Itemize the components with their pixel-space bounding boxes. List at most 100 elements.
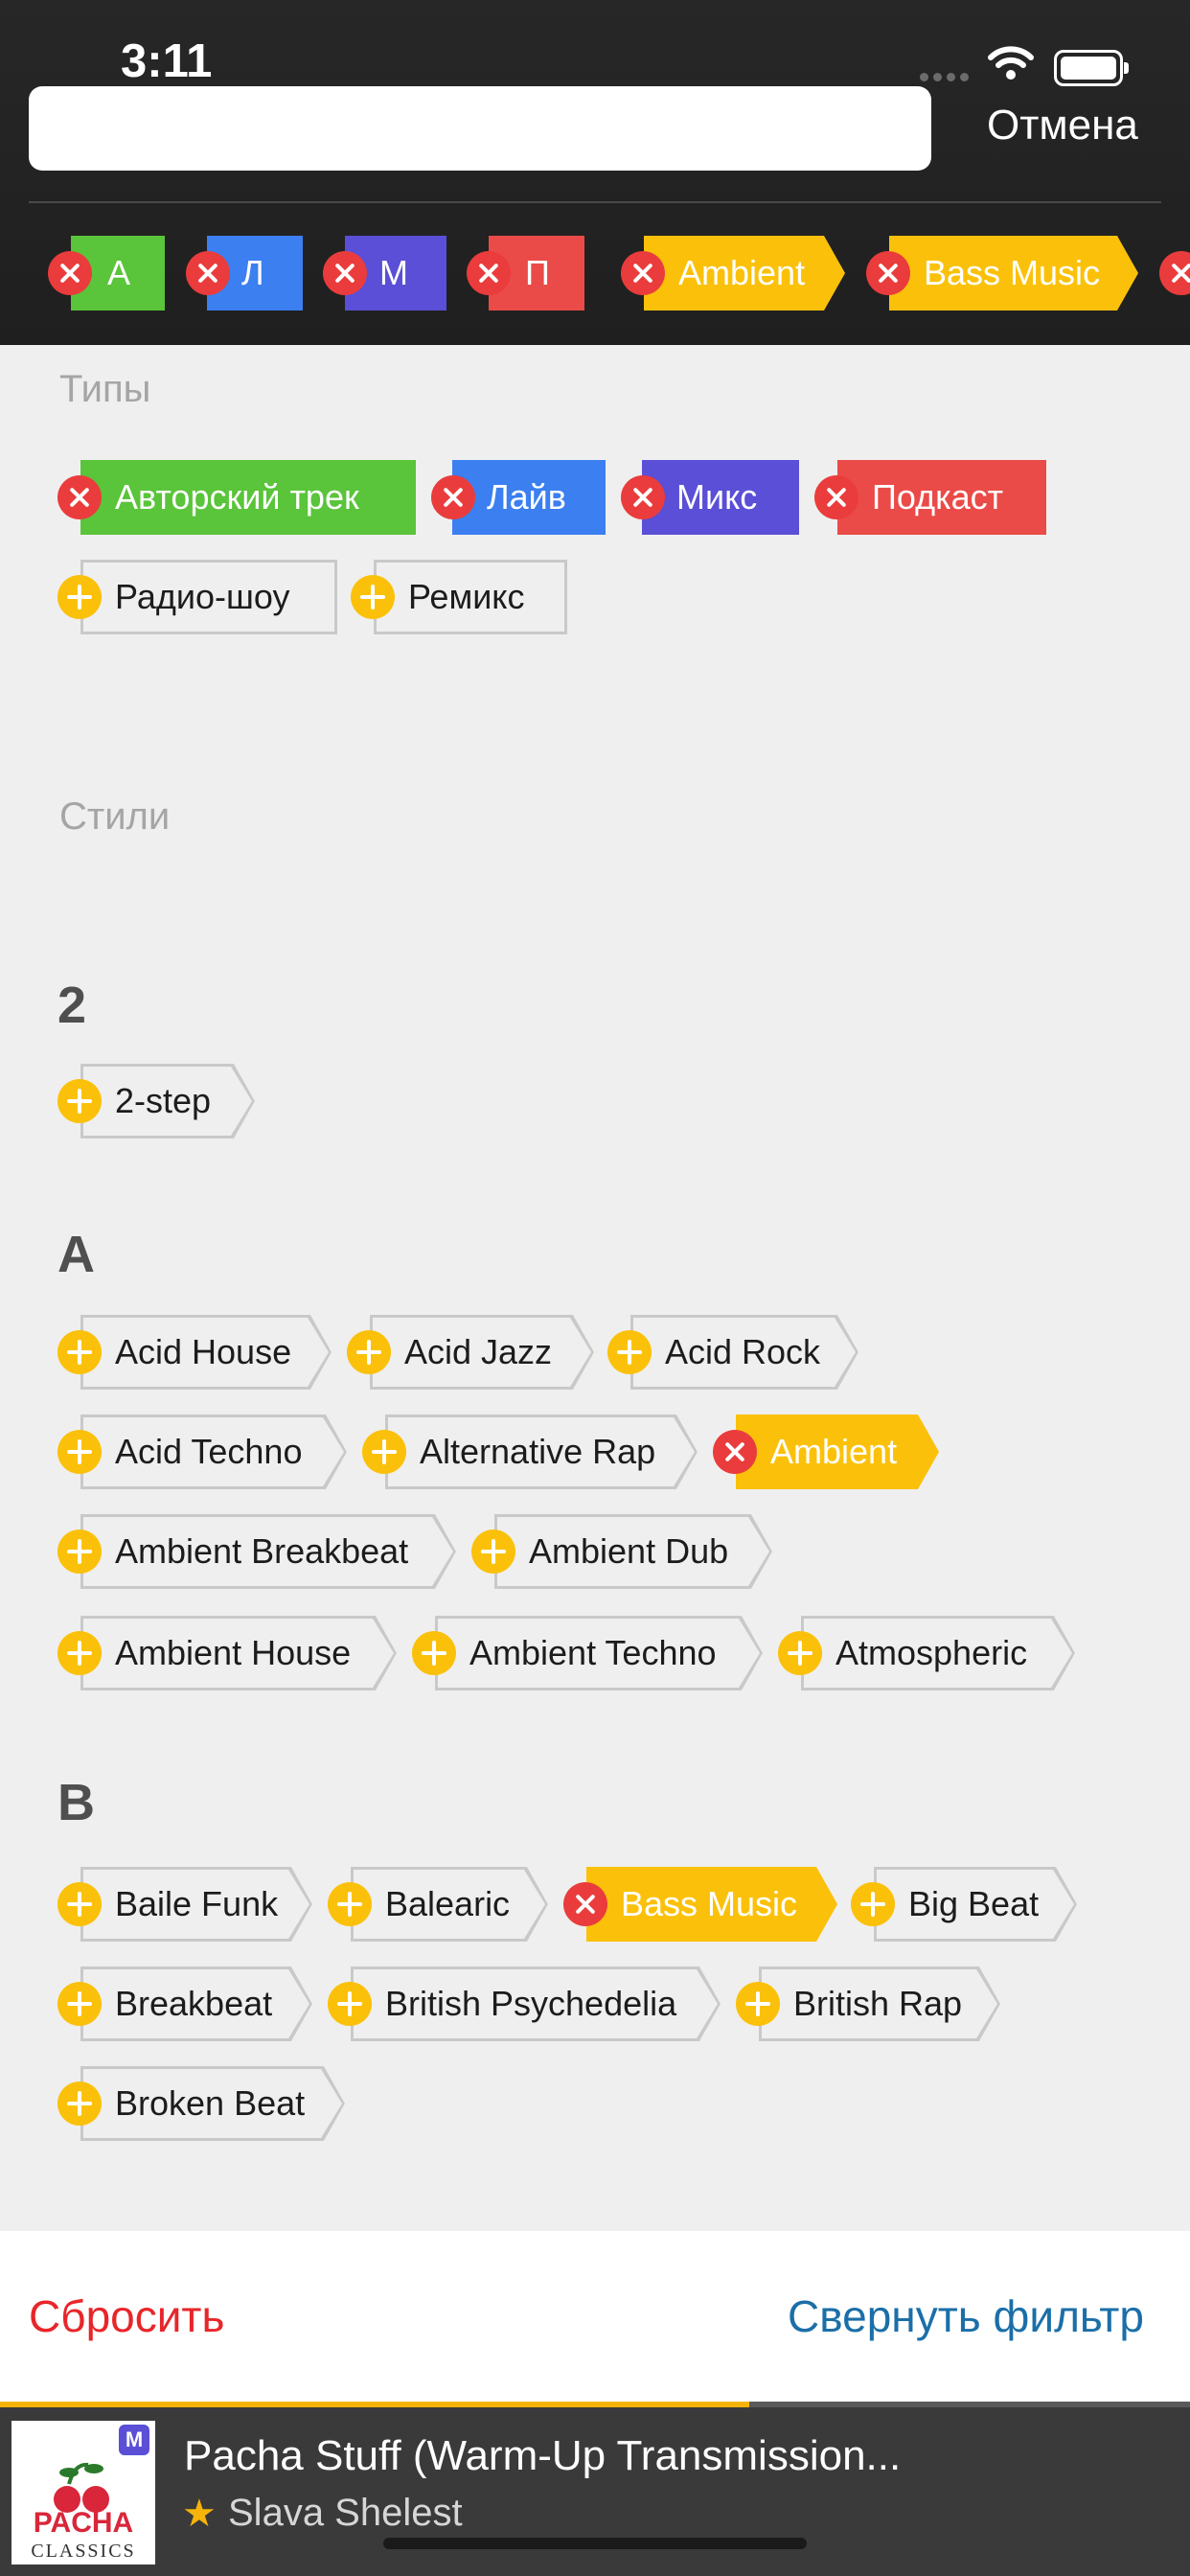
- add-icon[interactable]: [57, 1430, 102, 1474]
- style-chip[interactable]: Balearic: [351, 1867, 548, 1942]
- add-icon[interactable]: [607, 1330, 652, 1374]
- home-indicator[interactable]: [383, 2538, 807, 2549]
- style-chip-selected[interactable]: Bass Music: [586, 1867, 837, 1942]
- add-icon[interactable]: [851, 1882, 895, 1926]
- add-icon[interactable]: [778, 1631, 822, 1675]
- style-chip[interactable]: Ambient Breakbeat: [80, 1514, 456, 1589]
- style-chip[interactable]: British Rap: [759, 1966, 1000, 2041]
- add-icon[interactable]: [57, 1882, 102, 1926]
- chip-label: British Rap: [793, 1984, 963, 2023]
- chip-label: Ambient Dub: [529, 1531, 729, 1571]
- style-chip[interactable]: Acid Techno: [80, 1414, 347, 1489]
- chip-label: Лайв: [487, 477, 566, 517]
- star-icon: ★: [182, 2493, 217, 2535]
- search-input[interactable]: [29, 86, 931, 171]
- section-title-styles: Стили: [59, 795, 171, 838]
- style-chip[interactable]: Baile Funk: [80, 1867, 312, 1942]
- selected-chip[interactable]: Bass Music: [889, 236, 1138, 310]
- chip-label: Baile Funk: [115, 1884, 279, 1923]
- style-chip[interactable]: Acid Rock: [630, 1315, 858, 1390]
- add-icon[interactable]: [57, 1982, 102, 2026]
- type-chip[interactable]: Авторский трек: [80, 460, 416, 535]
- style-chip[interactable]: Big Beat: [874, 1867, 1077, 1942]
- battery-icon: [1054, 50, 1129, 86]
- add-icon[interactable]: [57, 575, 102, 619]
- style-chip[interactable]: Broken Beat: [80, 2066, 345, 2141]
- remove-icon[interactable]: [621, 475, 665, 519]
- add-icon[interactable]: [57, 2082, 102, 2126]
- cancel-button[interactable]: Отмена: [987, 102, 1138, 150]
- signal-icon: [933, 73, 942, 81]
- track-title: Pacha Stuff (Warm-Up Transmission...: [184, 2432, 902, 2479]
- style-chip[interactable]: Ambient Techno: [435, 1616, 763, 1690]
- remove-icon[interactable]: [323, 251, 367, 295]
- style-chip[interactable]: British Psychedelia: [351, 1966, 721, 2041]
- type-chip[interactable]: Ремикс: [374, 560, 567, 634]
- add-icon[interactable]: [736, 1982, 780, 2026]
- chip-label: British Psychedelia: [385, 1984, 677, 2023]
- chip-label: Микс: [676, 477, 758, 517]
- type-chip[interactable]: Микс: [642, 460, 799, 535]
- add-icon[interactable]: [412, 1631, 456, 1675]
- mini-player[interactable]: [0, 2405, 1190, 2576]
- group-letter: 2: [57, 977, 87, 1034]
- reset-button[interactable]: Сбросить: [29, 2290, 224, 2342]
- add-icon[interactable]: [362, 1430, 406, 1474]
- source-badge: M: [119, 2425, 149, 2455]
- chip-label: Радио-шоу: [115, 577, 290, 616]
- style-chip[interactable]: Atmospheric: [801, 1616, 1075, 1690]
- signal-icon: [947, 73, 955, 81]
- style-chip[interactable]: Ambient House: [80, 1616, 397, 1690]
- add-icon[interactable]: [328, 1982, 372, 2026]
- add-icon[interactable]: [328, 1882, 372, 1926]
- chip-label: Acid Rock: [665, 1332, 821, 1371]
- chip-label: А: [107, 253, 131, 292]
- style-chip[interactable]: Ambient Dub: [494, 1514, 772, 1589]
- type-chip[interactable]: Радио-шоу: [80, 560, 337, 634]
- remove-icon[interactable]: [186, 251, 230, 295]
- remove-icon[interactable]: [57, 475, 102, 519]
- chip-label: Л: [241, 253, 264, 292]
- progress-bar: [0, 2402, 749, 2407]
- chip-label: 2-step: [115, 1081, 212, 1120]
- status-time: 3:11: [121, 35, 213, 87]
- style-chip[interactable]: 2-step: [80, 1064, 255, 1138]
- type-chip[interactable]: Подкаст: [837, 460, 1046, 535]
- selected-chip[interactable]: Ambient: [644, 236, 845, 310]
- add-icon[interactable]: [57, 1530, 102, 1574]
- chip-label: Acid House: [115, 1332, 292, 1371]
- group-letter: B: [57, 1774, 95, 1831]
- section-title-types: Типы: [59, 368, 151, 410]
- remove-icon[interactable]: [431, 475, 475, 519]
- add-icon[interactable]: [57, 1079, 102, 1123]
- remove-icon[interactable]: [866, 251, 910, 295]
- chip-label: Подкаст: [872, 477, 1004, 517]
- cover-brand: PACHA: [34, 2507, 133, 2539]
- remove-icon[interactable]: [713, 1430, 757, 1474]
- signal-icon: [960, 73, 969, 81]
- group-letter: A: [57, 1226, 95, 1283]
- chip-label: Bass Music: [924, 253, 1101, 292]
- style-chip[interactable]: Acid Jazz: [370, 1315, 594, 1390]
- add-icon[interactable]: [57, 1330, 102, 1374]
- remove-icon[interactable]: [621, 251, 665, 295]
- style-chip[interactable]: Breakbeat: [80, 1966, 312, 2041]
- add-icon[interactable]: [351, 575, 395, 619]
- add-icon[interactable]: [57, 1631, 102, 1675]
- divider: [29, 201, 1161, 203]
- add-icon[interactable]: [471, 1530, 515, 1574]
- chip-label: Acid Techno: [115, 1432, 303, 1471]
- remove-icon[interactable]: [814, 475, 858, 519]
- type-chip[interactable]: Лайв: [452, 460, 606, 535]
- chip-label: Acid Jazz: [404, 1332, 553, 1371]
- collapse-filter-button[interactable]: Свернуть фильтр: [788, 2290, 1144, 2342]
- chip-label: Ambient Breakbeat: [115, 1531, 409, 1571]
- style-chip[interactable]: Alternative Rap: [385, 1414, 698, 1489]
- style-chip[interactable]: Acid House: [80, 1315, 332, 1390]
- remove-icon[interactable]: [467, 251, 511, 295]
- add-icon[interactable]: [347, 1330, 391, 1374]
- remove-icon[interactable]: [48, 251, 92, 295]
- style-chip-selected[interactable]: Ambient: [736, 1414, 939, 1489]
- remove-icon[interactable]: [563, 1882, 607, 1926]
- chip-label: Breakbeat: [115, 1984, 273, 2023]
